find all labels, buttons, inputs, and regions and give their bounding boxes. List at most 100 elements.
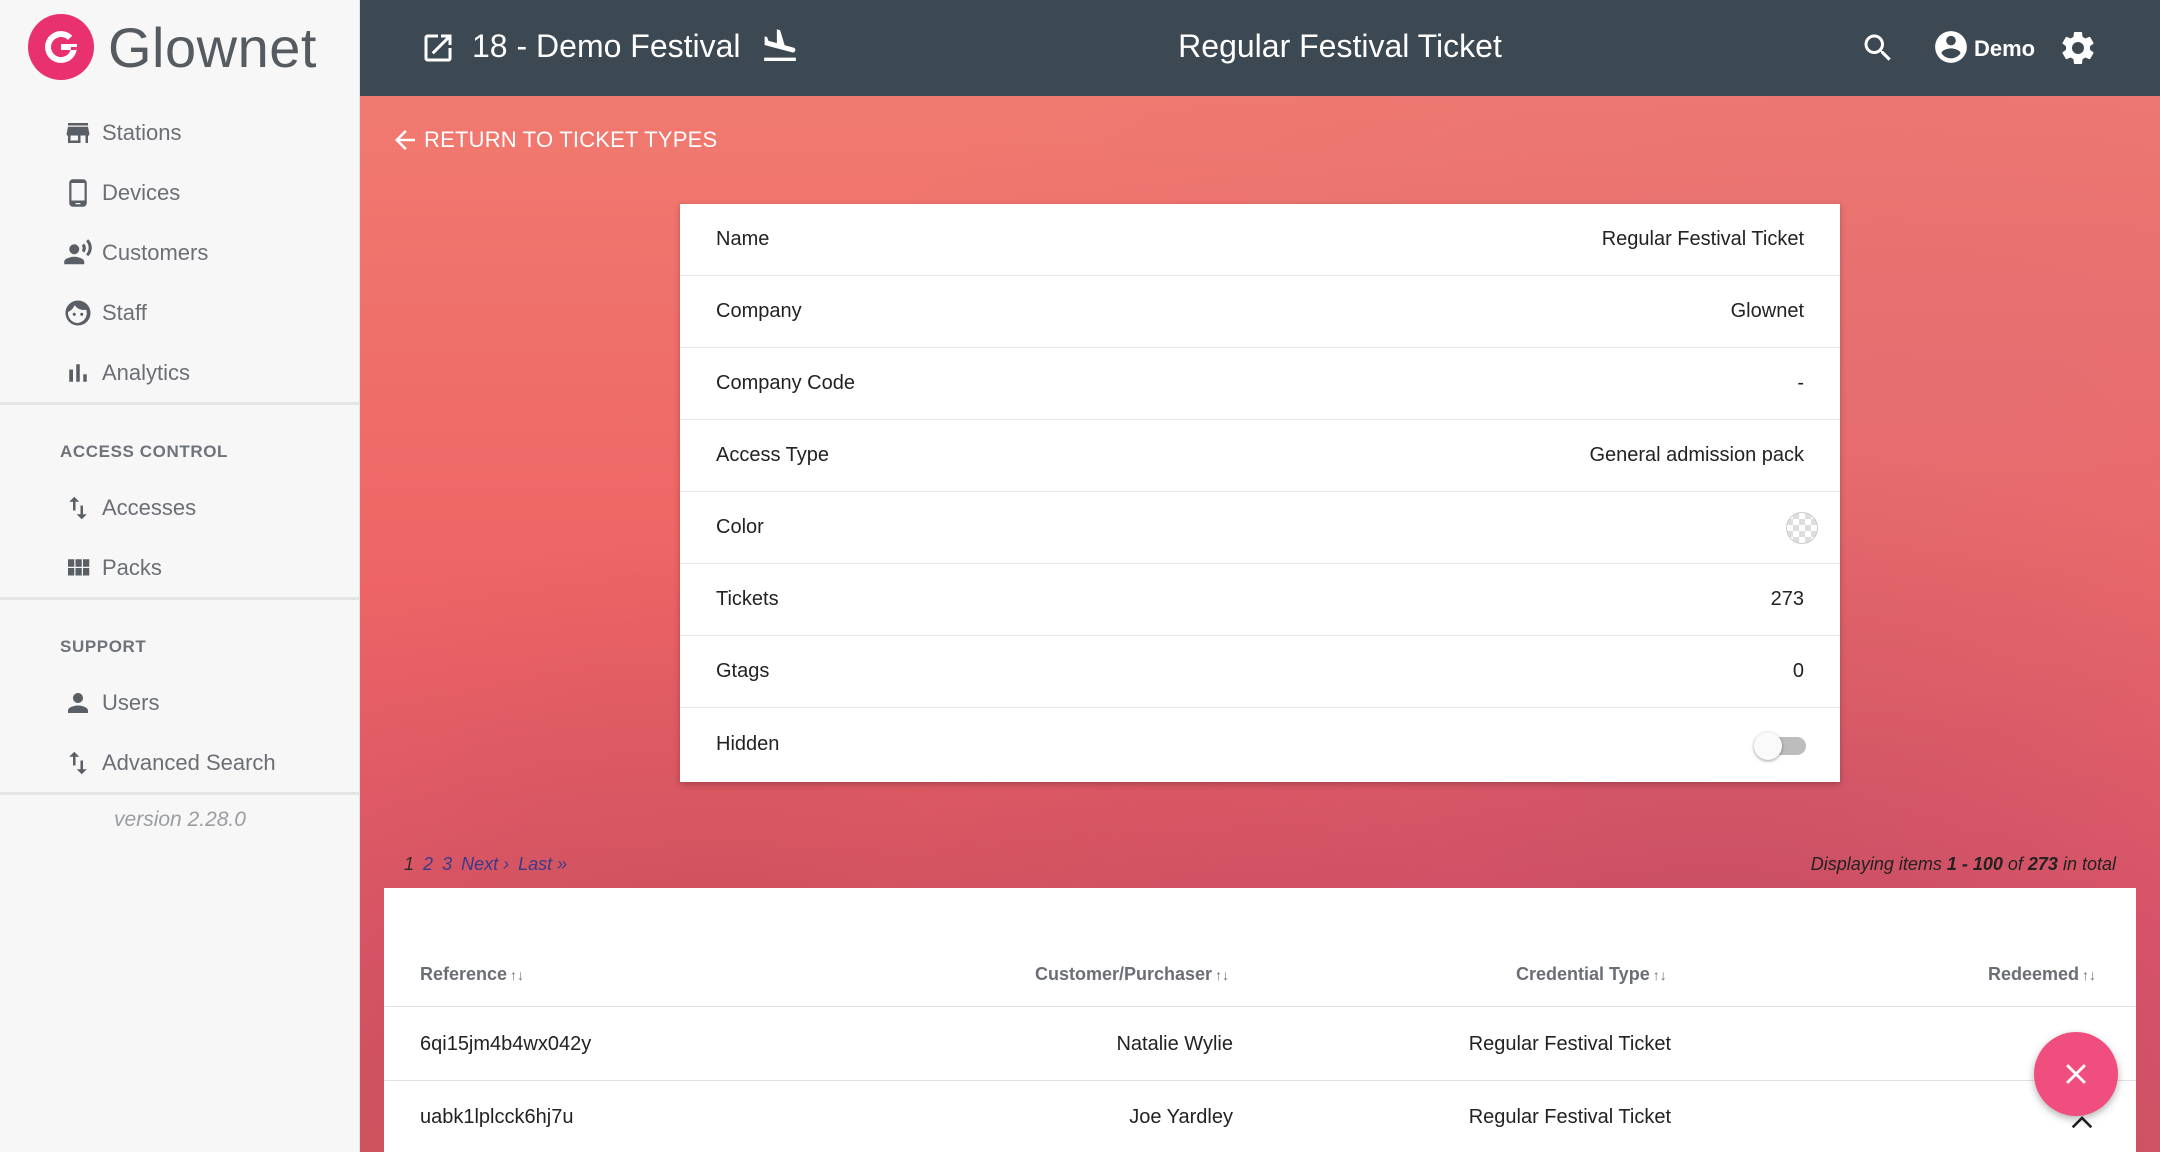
- hidden-toggle[interactable]: [1754, 732, 1806, 760]
- detail-row-name: Name Regular Festival Ticket: [680, 204, 1840, 276]
- sidebar-item-advanced-search[interactable]: Advanced Search: [60, 743, 276, 783]
- display-info: Displaying items 1 - 100 of 273 in total: [1811, 854, 2116, 875]
- column-header-redeemed[interactable]: Redeemed ↑↓: [1988, 964, 2096, 985]
- sidebar-divider: [0, 402, 360, 405]
- cell-customer[interactable]: Joe Yardley: [1000, 1106, 1233, 1129]
- detail-value: Regular Festival Ticket: [1601, 228, 1804, 250]
- account-circle-icon[interactable]: [1932, 28, 1970, 66]
- detail-label: Company Code: [716, 372, 855, 394]
- customers-icon: [60, 235, 96, 271]
- column-header-credential-type[interactable]: Credential Type ↑↓: [1516, 964, 1667, 985]
- gear-icon[interactable]: [2058, 28, 2098, 68]
- glownet-logo-icon: [28, 14, 94, 80]
- detail-value: Glownet: [1730, 300, 1804, 322]
- page-last-link[interactable]: Last »: [518, 854, 567, 874]
- sidebar-item-label: Stations: [102, 120, 182, 145]
- color-swatch[interactable]: [1786, 511, 1818, 544]
- detail-label: Hidden: [716, 732, 780, 755]
- sidebar-item-staff[interactable]: Staff: [60, 293, 147, 333]
- sidebar-item-label: Packs: [102, 555, 162, 580]
- sidebar-item-label: Advanced Search: [102, 750, 276, 775]
- sidebar-divider: [0, 597, 360, 600]
- swap-vert-icon: [60, 745, 96, 781]
- sidebar-item-users[interactable]: Users: [60, 683, 159, 723]
- detail-label: Name: [716, 228, 770, 250]
- detail-value: 0: [1792, 660, 1804, 682]
- sort-icon: ↑↓: [1215, 967, 1230, 983]
- sidebar-item-label: Analytics: [102, 360, 191, 385]
- sidebar-divider: [0, 792, 360, 795]
- face-icon: [60, 295, 96, 331]
- tickets-table: [384, 888, 2136, 1152]
- column-header-label: Customer/Purchaser: [1035, 964, 1213, 984]
- sort-icon: ↑↓: [2082, 967, 2097, 983]
- column-header-label: Credential Type: [1516, 964, 1650, 984]
- detail-row-hidden: Hidden: [680, 708, 1840, 780]
- top-header: 18 - Demo Festival Regular Festival Tick…: [360, 0, 2160, 96]
- sidebar-item-devices[interactable]: Devices: [60, 173, 180, 213]
- section-title-access-control: ACCESS CONTROL: [60, 442, 229, 461]
- sidebar-item-label: Accesses: [102, 495, 197, 520]
- detail-value: General admission pack: [1589, 444, 1804, 466]
- arrow-back-icon: [395, 130, 415, 150]
- search-icon[interactable]: [1860, 30, 1896, 66]
- toggle-knob: [1754, 732, 1782, 760]
- cell-credential-type: Regular Festival Ticket: [1468, 1106, 1671, 1128]
- cell-reference[interactable]: uabk1lplcck6hj7u: [420, 1106, 573, 1129]
- sidebar-item-stations[interactable]: Stations: [60, 113, 182, 153]
- user-name[interactable]: Demo: [1974, 36, 2035, 62]
- close-fab-button[interactable]: [2034, 1032, 2118, 1116]
- detail-value: -: [1797, 372, 1804, 394]
- sidebar-item-label: Users: [102, 690, 160, 715]
- sidebar-item-label: Devices: [102, 180, 181, 205]
- table-row-divider: [384, 1080, 2136, 1081]
- person-icon: [60, 685, 96, 721]
- cell-credential-type: Regular Festival Ticket: [1468, 1033, 1671, 1055]
- detail-label: Access Type: [716, 444, 830, 466]
- swap-vert-icon: [60, 490, 96, 526]
- column-header-label: Redeemed: [1988, 964, 2080, 984]
- detail-row-access-type: Access Type General admission pack: [680, 420, 1840, 492]
- grid-icon: [60, 550, 96, 586]
- table-header-divider: [384, 1006, 2136, 1007]
- detail-label: Tickets: [716, 588, 779, 610]
- detail-row-gtags: Gtags 0: [680, 636, 1840, 708]
- phone-icon: [60, 175, 96, 211]
- glownet-logo[interactable]: Glownet: [28, 14, 317, 80]
- version-label: version 2.28.0: [114, 808, 246, 831]
- bar-chart-icon: [60, 355, 96, 391]
- page-next-link[interactable]: Next ›: [461, 854, 509, 874]
- page-link-2[interactable]: 2: [423, 854, 433, 874]
- page-current: 1: [404, 854, 415, 874]
- detail-row-company-code: Company Code -: [680, 348, 1840, 420]
- sidebar-item-label: Customers: [102, 240, 209, 265]
- sidebar-item-analytics[interactable]: Analytics: [60, 353, 190, 393]
- close-icon: [2066, 1064, 2086, 1084]
- ticket-details-card: Name Regular Festival Ticket Company Glo…: [680, 204, 1840, 782]
- sort-icon: ↑↓: [1652, 967, 1667, 983]
- pagination: 1 2 3 Next › Last »: [404, 854, 571, 875]
- detail-label: Color: [716, 516, 764, 538]
- cell-customer[interactable]: Natalie Wylie: [1000, 1033, 1233, 1056]
- display-prefix: Displaying items: [1810, 854, 1947, 874]
- sidebar-item-customers[interactable]: Customers: [60, 233, 208, 273]
- display-suffix: in total: [2057, 854, 2116, 874]
- store-icon: [60, 115, 96, 151]
- detail-row-tickets: Tickets 273: [680, 564, 1840, 636]
- sort-icon: ↑↓: [510, 967, 525, 983]
- column-header-reference[interactable]: Reference ↑↓: [420, 964, 524, 985]
- detail-value: 273: [1770, 588, 1804, 610]
- sidebar-item-label: Staff: [102, 300, 147, 325]
- detail-row-color: Color: [680, 492, 1840, 564]
- return-link-label: RETURN TO TICKET TYPES: [424, 127, 718, 152]
- display-of: of: [2002, 854, 2028, 874]
- brand-name: Glownet: [108, 15, 317, 79]
- section-title-support: SUPPORT: [60, 637, 147, 656]
- sidebar-item-accesses[interactable]: Accesses: [60, 488, 196, 528]
- column-header-customer[interactable]: Customer/Purchaser ↑↓: [1035, 964, 1229, 985]
- sidebar-item-packs[interactable]: Packs: [60, 548, 162, 588]
- page-link-3[interactable]: 3: [442, 854, 452, 874]
- cell-reference[interactable]: 6qi15jm4b4wx042y: [420, 1033, 591, 1056]
- return-to-ticket-types-link[interactable]: RETURN TO TICKET TYPES: [390, 124, 717, 156]
- detail-label: Gtags: [716, 660, 770, 682]
